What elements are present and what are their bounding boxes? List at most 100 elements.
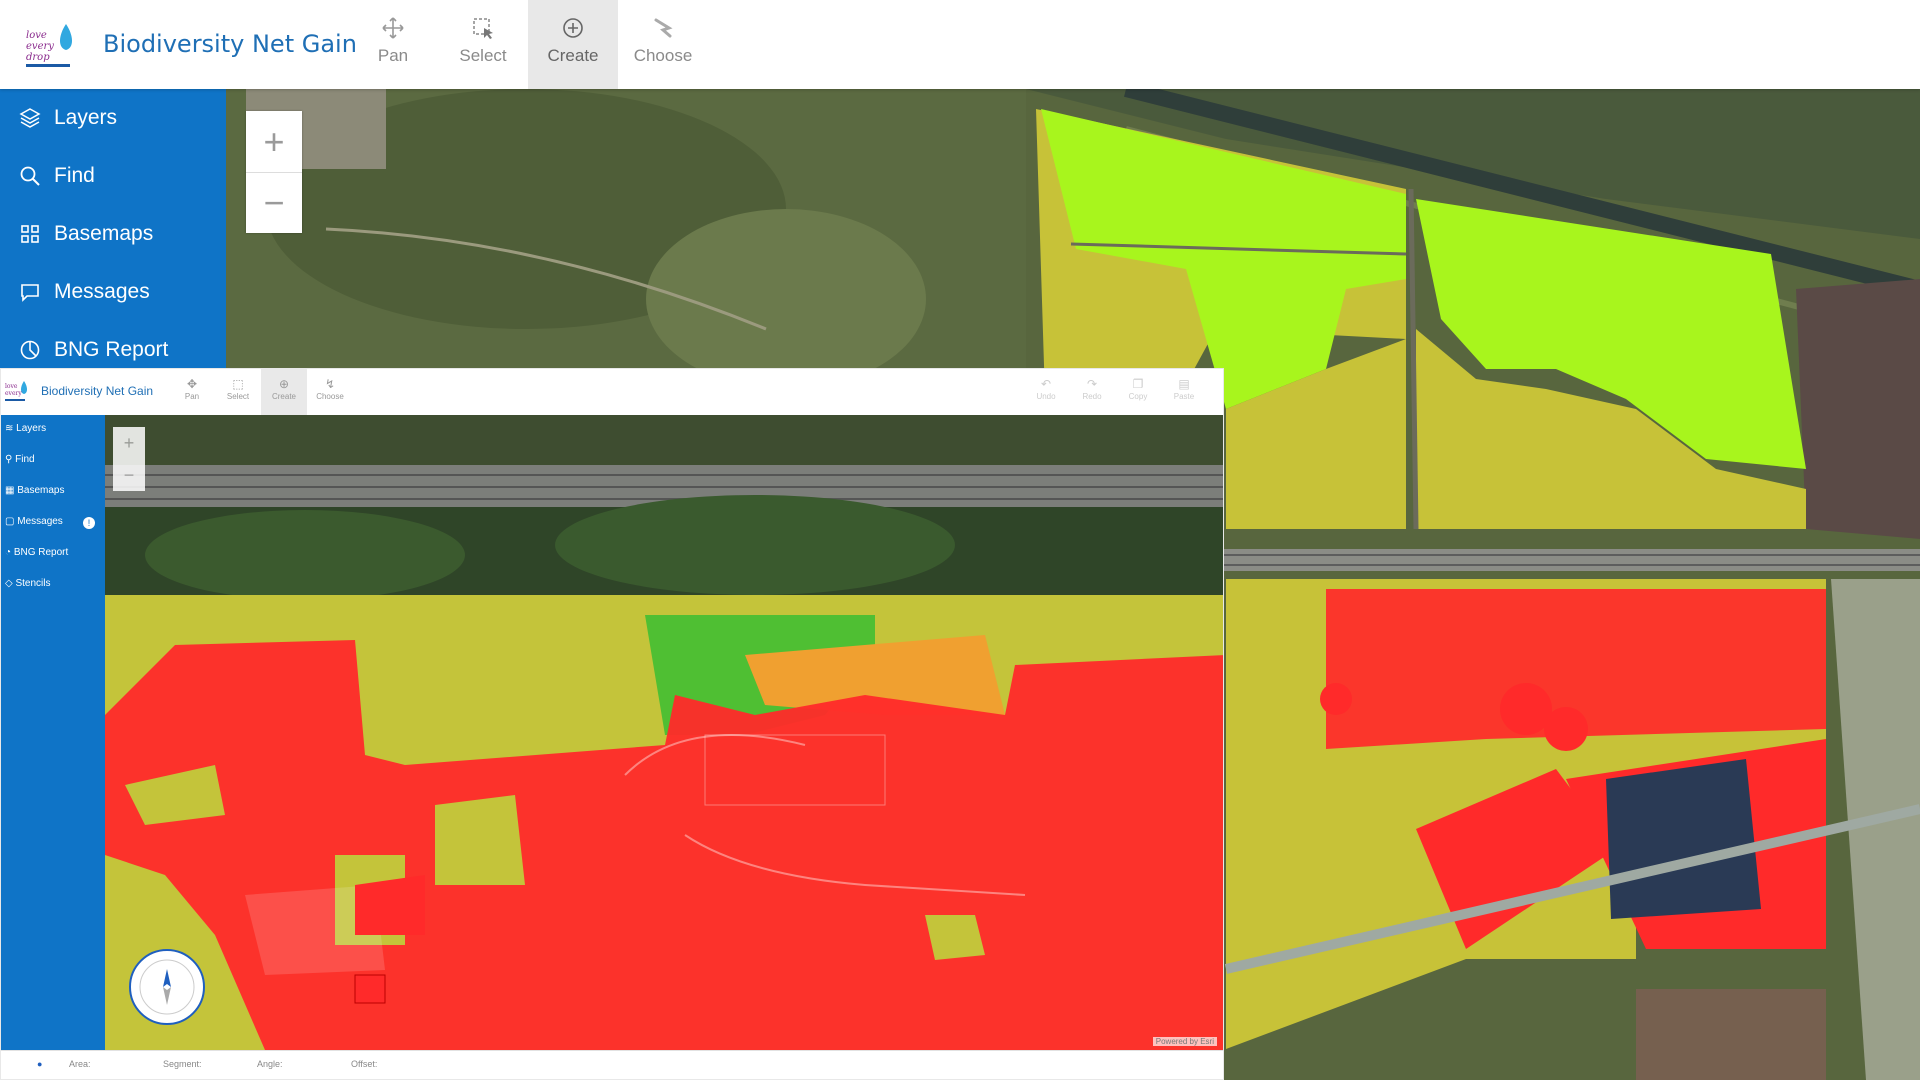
inset-sidebar: ≋ Layers ⚲ Find ▦ Basemaps ▢ Messages ! …: [1, 415, 105, 1050]
inset-zoom-control: + −: [113, 427, 145, 491]
inset-sidebar-item-layers[interactable]: ≋ Layers: [5, 423, 46, 434]
sidebar-item-label: Messages: [54, 280, 150, 303]
inset-pan-button[interactable]: ✥ Pan: [169, 369, 215, 415]
inset-map-view[interactable]: [105, 415, 1223, 1050]
layers-icon: [19, 108, 41, 128]
inset-paste-button[interactable]: ▤ Paste: [1161, 369, 1207, 415]
angle-label: Angle:: [257, 1059, 283, 1069]
inset-redo-label: Redo: [1082, 392, 1102, 401]
pan-icon: ✥: [186, 377, 198, 391]
inset-zoom-out-button[interactable]: −: [113, 459, 145, 491]
inset-paste-label: Paste: [1173, 392, 1195, 401]
create-icon: [563, 18, 583, 38]
choose-icon: [654, 18, 673, 38]
app-title: Biodiversity Net Gain: [103, 30, 357, 58]
inset-sidebar-label: Basemaps: [17, 485, 65, 496]
inset-select-label: Select: [226, 392, 250, 401]
messages-icon: ▢: [5, 516, 18, 527]
copy-icon: ❐: [1132, 377, 1144, 391]
inset-pan-label: Pan: [184, 392, 200, 401]
segment-label: Segment:: [163, 1059, 202, 1069]
pan-tool-label: Pan: [377, 46, 409, 65]
inset-undo-label: Undo: [1036, 392, 1056, 401]
search-icon: ⚲: [5, 454, 16, 465]
zoom-in-button[interactable]: +: [246, 111, 302, 172]
pan-icon: [382, 17, 404, 39]
inset-status-bar: ● Area: Segment: Angle: Offset:: [1, 1050, 1223, 1079]
basemaps-icon: ▦: [5, 485, 18, 496]
location-icon: ●: [37, 1059, 43, 1069]
zoom-out-button[interactable]: −: [246, 172, 302, 233]
basemaps-icon: [21, 225, 39, 243]
messages-badge: !: [83, 517, 95, 529]
inset-create-label: Create: [271, 392, 296, 401]
create-tool-label: Create: [547, 46, 599, 65]
redo-icon: ↷: [1086, 377, 1098, 391]
inset-sidebar-item-stencils[interactable]: ◇ Stencils: [5, 578, 50, 589]
select-icon: ⬚: [232, 377, 244, 391]
inset-logo: love every: [5, 381, 27, 401]
inset-undo-button[interactable]: ↶ Undo: [1023, 369, 1069, 415]
svg-text:love: love: [26, 30, 47, 41]
sidebar-item-label: Layers: [54, 106, 118, 129]
inset-sidebar-label: Stencils: [15, 578, 51, 589]
sidebar-item-label: BNG Report: [54, 338, 169, 361]
inset-sidebar-item-bng-report[interactable]: ◔ BNG Report: [5, 547, 68, 558]
inset-redo-button[interactable]: ↷ Redo: [1069, 369, 1115, 415]
inset-sidebar-item-basemaps[interactable]: ▦ Basemaps: [5, 485, 64, 496]
svg-text:love: love: [5, 383, 18, 390]
pan-tool-button[interactable]: Pan: [348, 0, 438, 89]
inset-app-title: Biodiversity Net Gain: [41, 384, 154, 398]
create-icon: ⊕: [278, 377, 290, 391]
paste-icon: ▤: [1178, 377, 1190, 391]
inset-screenshot: love every Biodiversity Net Gain ✥ Pan ⬚ S…: [0, 368, 1224, 1080]
sidebar-item-label: Basemaps: [54, 222, 154, 245]
inset-copy-label: Copy: [1128, 392, 1148, 401]
powered-by-esri: Powered by Esri: [1152, 1037, 1217, 1046]
layers-icon: ≋: [5, 423, 17, 434]
area-label: Area:: [69, 1059, 91, 1069]
inset-sidebar-label: BNG Report: [13, 547, 69, 558]
select-tool-label: Select: [459, 46, 507, 65]
report-icon: [20, 340, 40, 360]
inset-sidebar-label: Messages: [17, 516, 63, 527]
inset-choose-button[interactable]: ↯ Choose: [307, 369, 353, 415]
stencils-icon: ◇: [5, 578, 16, 589]
inset-choose-label: Choose: [316, 392, 344, 401]
inset-sidebar-label: Layers: [16, 423, 47, 434]
select-tool-button[interactable]: Select: [438, 0, 528, 89]
app-window: + − love every drop Biodiversity Net Gai…: [0, 0, 1920, 1080]
compass-control[interactable]: [129, 949, 205, 1025]
sidebar-item-messages[interactable]: Messages: [0, 263, 226, 321]
anglian-water-logo: love every drop: [26, 24, 72, 67]
undo-icon: ↶: [1040, 377, 1052, 391]
svg-text:every: every: [5, 390, 22, 397]
sidebar-item-find[interactable]: Find: [0, 147, 226, 205]
sidebar-item-basemaps[interactable]: Basemaps: [0, 205, 226, 263]
choose-tool-label: Choose: [633, 46, 693, 65]
sidebar-item-layers[interactable]: Layers: [0, 89, 226, 147]
search-icon: [20, 166, 40, 186]
sidebar-item-label: Find: [54, 164, 95, 187]
inset-create-button[interactable]: ⊕ Create: [261, 369, 307, 415]
create-tool-button[interactable]: Create: [528, 0, 618, 89]
inset-zoom-in-button[interactable]: +: [113, 427, 145, 459]
compass-icon: [139, 959, 195, 1015]
choose-tool-button[interactable]: Choose: [618, 0, 708, 89]
inset-sidebar-label: Find: [15, 454, 35, 465]
top-toolbar: love every drop Biodiversity Net Gain Pa…: [0, 0, 1920, 89]
zoom-control: + −: [246, 111, 302, 233]
choose-icon: ↯: [324, 377, 336, 391]
offset-label: Offset:: [351, 1059, 378, 1069]
svg-text:every: every: [26, 41, 54, 52]
inset-satellite-map: [105, 415, 1223, 1050]
inset-sidebar-item-messages[interactable]: ▢ Messages: [5, 516, 63, 527]
messages-icon: [21, 284, 39, 302]
report-icon: ◔: [5, 547, 14, 558]
inset-toolbar: love every Biodiversity Net Gain ✥ Pan ⬚ S…: [1, 369, 1223, 415]
svg-text:drop: drop: [26, 52, 50, 63]
inset-sidebar-item-find[interactable]: ⚲ Find: [5, 454, 35, 465]
inset-copy-button[interactable]: ❐ Copy: [1115, 369, 1161, 415]
select-icon: [473, 18, 493, 39]
inset-select-button[interactable]: ⬚ Select: [215, 369, 261, 415]
